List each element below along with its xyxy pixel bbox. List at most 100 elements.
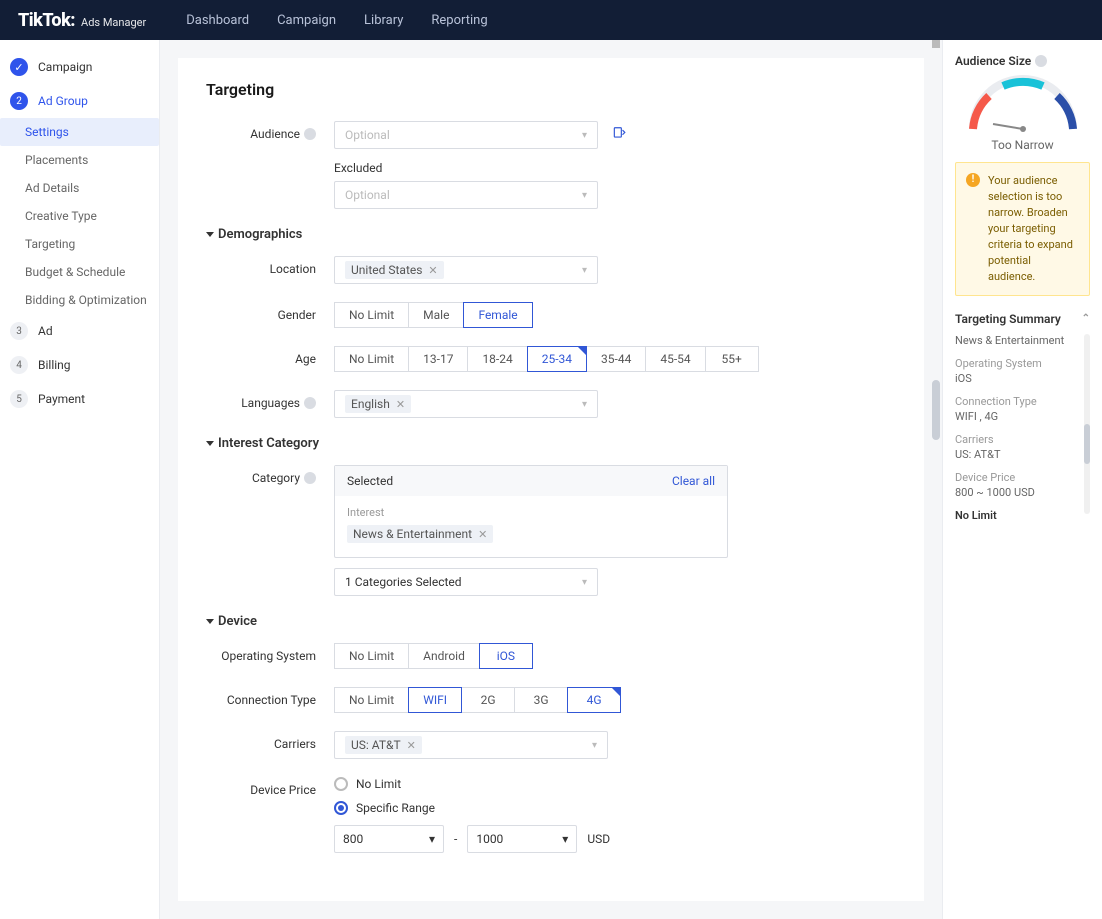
- summary-value: No Limit: [955, 509, 1082, 522]
- step-label: Campaign: [38, 60, 92, 74]
- age-45-54[interactable]: 45-54: [645, 346, 705, 372]
- carriers-select[interactable]: US: AT&T✕ ▾: [334, 731, 608, 759]
- os-no-limit[interactable]: No Limit: [334, 643, 409, 669]
- caret-down-icon: [206, 441, 214, 446]
- os-ios[interactable]: iOS: [479, 643, 533, 669]
- range-dash: -: [454, 832, 457, 846]
- price-max-input[interactable]: 1000▾: [467, 825, 577, 853]
- caret-down-icon: [206, 232, 214, 237]
- summary-title: Targeting Summary: [955, 312, 1061, 326]
- step-label: Payment: [38, 392, 85, 406]
- price-min-input[interactable]: 800▾: [334, 825, 444, 853]
- gender-female[interactable]: Female: [463, 302, 532, 328]
- label-gender: Gender: [206, 302, 334, 322]
- conn-3g[interactable]: 3G: [514, 687, 568, 713]
- price-specific-range-radio[interactable]: Specific Range: [334, 801, 610, 815]
- category-group-label: Interest: [347, 506, 715, 519]
- nav-reporting[interactable]: Reporting: [431, 13, 487, 28]
- radio-icon: [334, 777, 348, 791]
- summary-value: 800 ~ 1000 USD: [955, 486, 1082, 499]
- label-os: Operating System: [206, 643, 334, 663]
- label-excluded: Excluded: [334, 161, 598, 175]
- summary-scrollbar[interactable]: [1084, 334, 1090, 514]
- location-tag: United States✕: [345, 261, 444, 279]
- section-device[interactable]: Device: [206, 614, 896, 629]
- info-icon: [304, 397, 316, 409]
- clear-all-button[interactable]: Clear all: [672, 474, 715, 488]
- summary-toggle[interactable]: Targeting Summary ⌃: [955, 312, 1090, 326]
- step-number: 4: [10, 356, 28, 374]
- step-payment[interactable]: 5 Payment: [0, 382, 159, 416]
- os-android[interactable]: Android: [408, 643, 480, 669]
- summary-value: US: AT&T: [955, 448, 1082, 461]
- remove-tag-icon[interactable]: ✕: [428, 264, 437, 277]
- nav-dashboard[interactable]: Dashboard: [186, 13, 249, 28]
- nav-campaign[interactable]: Campaign: [277, 13, 336, 28]
- age-18-24[interactable]: 18-24: [467, 346, 527, 372]
- step-label: Ad Group: [38, 94, 88, 108]
- remove-tag-icon[interactable]: ✕: [396, 398, 405, 411]
- section-demographics[interactable]: Demographics: [206, 227, 896, 242]
- subitem-settings[interactable]: Settings: [0, 118, 159, 146]
- audience-size-title: Audience Size: [955, 54, 1090, 68]
- top-nav: TikTok: Ads Manager Dashboard Campaign L…: [0, 0, 1102, 40]
- scrollbar-thumb[interactable]: [932, 380, 940, 440]
- chevron-down-icon: ▾: [592, 740, 597, 751]
- info-icon: [304, 128, 316, 140]
- conn-no-limit[interactable]: No Limit: [334, 687, 409, 713]
- placeholder-text: Optional: [345, 188, 390, 202]
- age-25-34[interactable]: 25-34: [527, 346, 587, 372]
- price-no-limit-radio[interactable]: No Limit: [334, 777, 610, 791]
- category-selected-header: Selected: [347, 474, 393, 488]
- summary-value: Audience , Excluded: [955, 532, 1082, 534]
- age-13-17[interactable]: 13-17: [408, 346, 468, 372]
- location-select[interactable]: United States✕ ▾: [334, 256, 598, 284]
- info-icon: [304, 472, 316, 484]
- main-scrollbar[interactable]: [930, 40, 942, 919]
- label-carriers: Carriers: [206, 731, 334, 751]
- page-title: Targeting: [206, 80, 896, 99]
- chevron-down-icon: ▾: [582, 130, 587, 141]
- section-interest[interactable]: Interest Category: [206, 436, 896, 451]
- subitem-budget-schedule[interactable]: Budget & Schedule: [0, 258, 159, 286]
- remove-tag-icon[interactable]: ✕: [478, 528, 487, 541]
- subitem-creative-type[interactable]: Creative Type: [0, 202, 159, 230]
- subitem-bidding-optimization[interactable]: Bidding & Optimization: [0, 286, 159, 314]
- conn-2g[interactable]: 2G: [461, 687, 515, 713]
- label-connection: Connection Type: [206, 687, 334, 707]
- step-billing[interactable]: 4 Billing: [0, 348, 159, 382]
- scrollbar-thumb[interactable]: [1084, 424, 1090, 464]
- gender-no-limit[interactable]: No Limit: [334, 302, 409, 328]
- age-55[interactable]: 55+: [705, 346, 759, 372]
- warning-box: ! Your audience selection is too narrow.…: [955, 162, 1090, 296]
- subitem-placements[interactable]: Placements: [0, 146, 159, 174]
- label-audience: Audience: [206, 121, 334, 141]
- conn-wifi[interactable]: WIFI: [408, 687, 462, 713]
- carrier-tag: US: AT&T✕: [345, 736, 422, 754]
- languages-select[interactable]: English✕ ▾: [334, 390, 598, 418]
- chevron-down-icon: ▾: [582, 577, 587, 588]
- remove-tag-icon[interactable]: ✕: [407, 739, 416, 752]
- age-35-44[interactable]: 35-44: [586, 346, 646, 372]
- language-tag: English✕: [345, 395, 411, 413]
- label-location: Location: [206, 256, 334, 276]
- subitem-targeting[interactable]: Targeting: [0, 230, 159, 258]
- upload-icon[interactable]: [612, 126, 626, 144]
- step-ad[interactable]: 3 Ad: [0, 314, 159, 348]
- gender-male[interactable]: Male: [408, 302, 464, 328]
- info-icon: [1035, 55, 1047, 67]
- category-dropdown[interactable]: 1 Categories Selected ▾: [334, 568, 598, 596]
- nav-library[interactable]: Library: [364, 13, 403, 28]
- label-age: Age: [206, 346, 334, 366]
- age-no-limit[interactable]: No Limit: [334, 346, 409, 372]
- audience-select[interactable]: Optional ▾: [334, 121, 598, 149]
- subitem-ad-details[interactable]: Ad Details: [0, 174, 159, 202]
- step-campaign[interactable]: ✓ Campaign: [0, 50, 159, 84]
- label-device-price: Device Price: [206, 777, 334, 797]
- step-ad-group[interactable]: 2 Ad Group: [0, 84, 159, 118]
- excluded-select[interactable]: Optional ▾: [334, 181, 598, 209]
- radio-icon: [334, 801, 348, 815]
- conn-4g[interactable]: 4G: [567, 687, 621, 713]
- summary-value: iOS: [955, 372, 1082, 385]
- placeholder-text: Optional: [345, 128, 390, 142]
